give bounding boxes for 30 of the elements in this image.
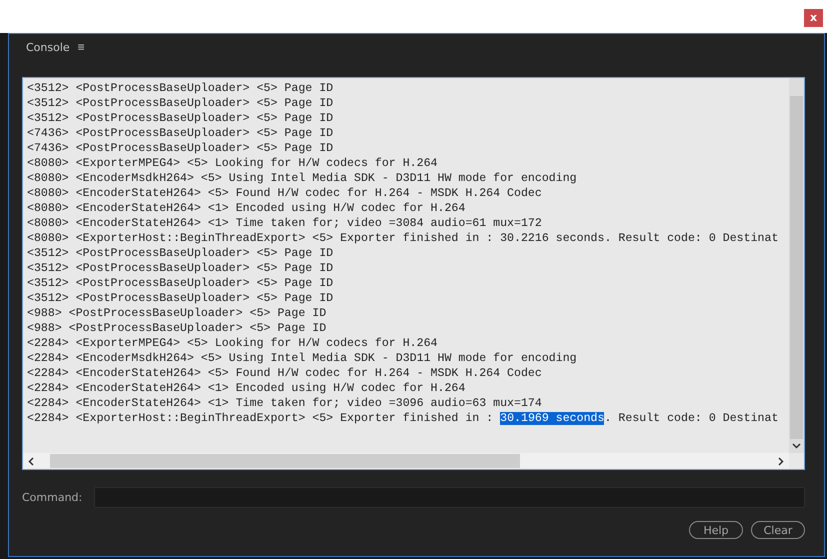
log-line: <3512> <PostProcessBaseUploader> <5> Page ID (27, 276, 334, 291)
log-line: <3512> <PostProcessBaseUploader> <5> Page ID (27, 291, 334, 306)
log-line: <988> <PostProcessBaseUploader> <5> Page ID (27, 321, 328, 336)
dialog-button[interactable]: Help (689, 521, 743, 539)
log-line: <8080> <ExporterMPEG4> <5> Looking for H/W codecs for H.264 (27, 156, 438, 171)
log-line: <2284> <EncoderMsdkH264> <5> Using Intel Media SDK - D3D11 HW mode for encoding (27, 351, 578, 366)
log-line: <2284> <EncoderStateH264> <1> Time taken for; video =3096 audio=63 mux=174 (27, 396, 543, 411)
log-line: <8080> <EncoderMsdkH264> <5> Using Intel Media SDK - D3D11 HW mode for encoding (27, 171, 578, 186)
menu-button[interactable]: ≡ (78, 40, 85, 54)
horizontal-scrollbar[interactable] (23, 453, 789, 469)
log-line: <2284> <EncoderStateH264> <5> Found H/W codec for H.264 - MSDK H.264 Codec (27, 366, 543, 381)
log-line: <3512> <PostProcessBaseUploader> <5> Page ID (27, 81, 334, 96)
log-line: <3512> <PostProcessBaseUploader> <5> Page ID (27, 246, 334, 261)
log-line: <3512> <PostProcessBaseUploader> <5> Page ID (27, 261, 334, 276)
log-line: <8080> <ExporterHost::BeginThreadExport> <5> Exporter finished in : 30.2216 seconds. Result code: 0 Destinat (27, 231, 780, 246)
dialog-button[interactable]: Clear (751, 521, 805, 539)
log-line: <7436> <PostProcessBaseUploader> <5> Page ID (27, 141, 334, 156)
vertical-scrollbar[interactable] (789, 78, 804, 453)
log-line: <2284> <EncoderStateH264> <1> Encoded using H/W codec for H.264 (27, 381, 466, 396)
log-line: <3512> <PostProcessBaseUploader> <5> Page ID (27, 111, 334, 126)
close-button[interactable]: x (804, 8, 823, 26)
log-line: <3512> <PostProcessBaseUploader> <5> Page ID (27, 96, 334, 111)
log-line: <8080> <EncoderStateH264> <1> Time taken for; video =3084 audio=61 mux=172 (27, 216, 543, 231)
log-line: <2284> <ExporterHost::BeginThreadExport> <5> Exporter finished in : 30.1969 seconds. Result code: 0 Destinat (27, 411, 780, 426)
log-line: <7436> <PostProcessBaseUploader> <5> Page ID (27, 126, 334, 141)
log-line: <2284> <ExporterMPEG4> <5> Looking for H/W codecs for H.264 (27, 336, 438, 351)
log-line: <988> <PostProcessBaseUploader> <5> Page ID (27, 306, 328, 321)
log-line: <8080> <EncoderStateH264> <5> Found H/W codec for H.264 - MSDK H.264 Codec (27, 186, 543, 201)
panel-title: Console (26, 40, 70, 54)
log-line: <8080> <EncoderStateH264> <1> Encoded using H/W codec for H.264 (27, 201, 466, 216)
